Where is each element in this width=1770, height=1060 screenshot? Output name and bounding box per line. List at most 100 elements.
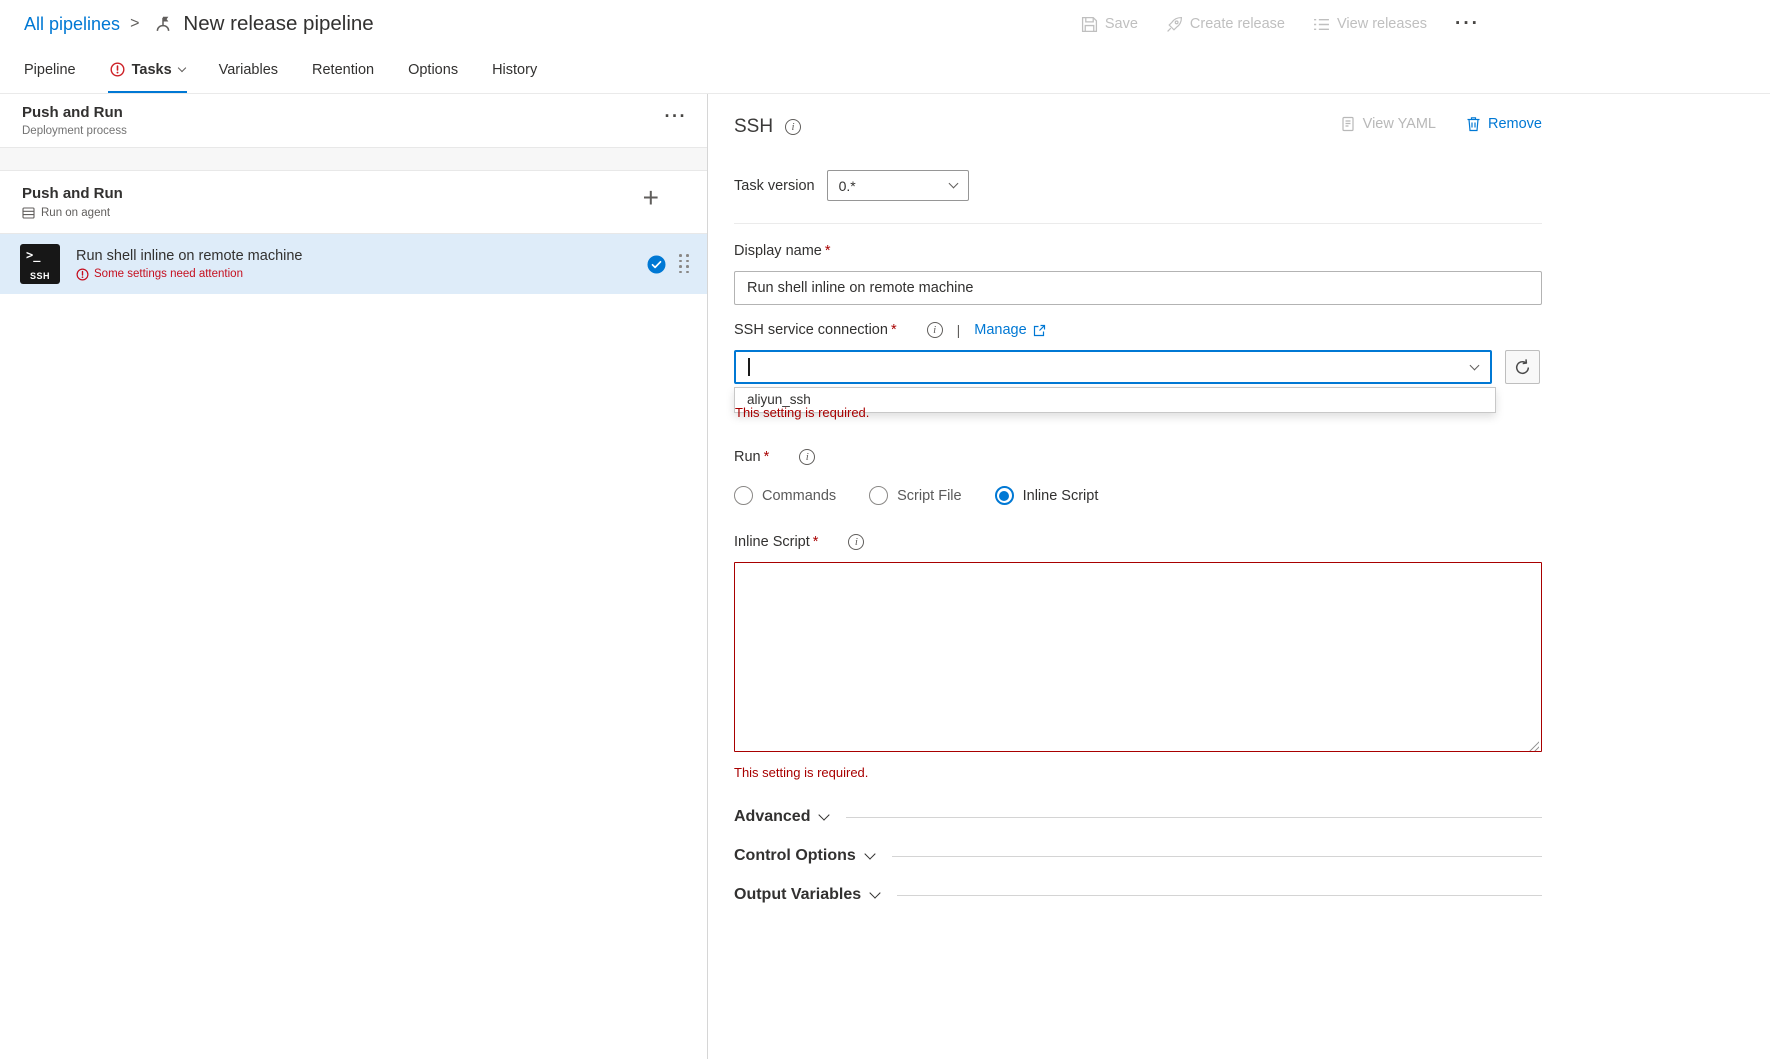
ssh-connection-field: SSH service connection* | Manage	[734, 320, 1542, 384]
display-name-label: Display name	[734, 243, 822, 259]
tab-retention[interactable]: Retention	[310, 48, 376, 93]
process-title: Push and Run	[22, 104, 127, 121]
ssh-connection-label: SSH service connection	[734, 322, 888, 338]
manage-link[interactable]: Manage	[974, 322, 1045, 338]
stage-header[interactable]: Push and Run Run on agent +	[0, 170, 707, 234]
save-button[interactable]: Save	[1081, 16, 1138, 33]
task-detail-panel: SSH View YAML Remove	[708, 94, 1770, 1059]
breadcrumb-separator: >	[130, 15, 139, 33]
chevron-down-icon	[819, 809, 830, 820]
radio-commands-label: Commands	[762, 488, 836, 504]
breadcrumb-all-pipelines-link[interactable]: All pipelines	[24, 14, 120, 35]
text-caret	[748, 358, 750, 376]
trash-icon	[1466, 116, 1481, 132]
radio-inline-script[interactable]: Inline Script	[995, 486, 1099, 505]
tab-tasks[interactable]: Tasks	[108, 48, 187, 93]
task-version-value: 0.*	[839, 178, 856, 194]
yaml-document-icon	[1340, 116, 1356, 132]
main-content: Push and Run Deployment process ··· Push…	[0, 94, 1770, 1059]
process-header: Push and Run Deployment process ···	[0, 94, 707, 148]
add-task-button[interactable]: +	[643, 185, 659, 233]
release-pipeline-icon	[153, 14, 173, 34]
required-asterisk: *	[764, 449, 770, 465]
remove-task-button[interactable]: Remove	[1466, 116, 1542, 132]
stage-title: Push and Run	[22, 185, 123, 202]
info-icon-connection[interactable]	[927, 322, 943, 338]
task-row-ssh[interactable]: >_ SSH Run shell inline on remote machin…	[0, 234, 707, 294]
radio-circle-selected	[995, 486, 1014, 505]
inline-script-error-text: This setting is required.	[734, 765, 1542, 780]
ssh-icon-label: SSH	[20, 271, 60, 281]
task-warning-text: Some settings need attention	[94, 268, 243, 280]
info-icon-run[interactable]	[799, 449, 815, 465]
radio-script-file[interactable]: Script File	[869, 486, 961, 505]
run-field: Run* Commands Script File Inline Script	[734, 447, 1542, 505]
create-release-button[interactable]: Create release	[1166, 16, 1285, 33]
task-enabled-check-icon[interactable]	[647, 255, 666, 274]
tab-history[interactable]: History	[490, 48, 539, 93]
task-version-select[interactable]: 0.*	[827, 170, 969, 201]
task-version-label: Task version	[734, 178, 815, 194]
info-icon-inline-script[interactable]	[848, 534, 864, 550]
chevron-down-icon	[948, 179, 958, 189]
save-icon	[1081, 16, 1098, 33]
drag-handle[interactable]	[679, 254, 689, 274]
divider	[734, 223, 1542, 224]
tab-bar: Pipeline Tasks Variables Retention Optio…	[0, 48, 1770, 94]
ssh-connection-combobox[interactable]	[734, 350, 1492, 384]
required-asterisk: *	[813, 534, 819, 550]
label-divider: |	[957, 322, 961, 338]
view-yaml-button[interactable]: View YAML	[1340, 116, 1436, 132]
inline-script-textarea[interactable]	[734, 562, 1542, 752]
display-name-input[interactable]	[734, 271, 1542, 305]
tab-options[interactable]: Options	[406, 48, 460, 93]
radio-inline-script-label: Inline Script	[1023, 488, 1099, 504]
task-detail-title: SSH	[734, 116, 773, 138]
section-output-variables-label: Output Variables	[734, 886, 861, 904]
tab-variables[interactable]: Variables	[217, 48, 280, 93]
required-asterisk: *	[825, 243, 831, 259]
radio-circle	[734, 486, 753, 505]
chevron-down-icon	[864, 848, 875, 859]
pipeline-tasks-panel: Push and Run Deployment process ··· Push…	[0, 94, 708, 1059]
rocket-icon	[1166, 16, 1183, 33]
section-control-options[interactable]: Control Options	[734, 847, 1542, 865]
stage-subtitle: Run on agent	[41, 207, 110, 219]
section-output-variables[interactable]: Output Variables	[734, 886, 1542, 904]
radio-script-file-label: Script File	[897, 488, 961, 504]
top-header: All pipelines > New release pipeline Sav…	[0, 0, 1770, 48]
section-divider-line	[892, 856, 1542, 857]
section-advanced[interactable]: Advanced	[734, 808, 1542, 826]
section-advanced-label: Advanced	[734, 808, 810, 826]
create-release-label: Create release	[1190, 16, 1285, 32]
breadcrumb: All pipelines > New release pipeline	[24, 12, 374, 36]
run-radio-group: Commands Script File Inline Script	[734, 486, 1542, 505]
process-subtitle: Deployment process	[22, 125, 127, 137]
section-control-options-label: Control Options	[734, 847, 856, 865]
list-icon	[1313, 16, 1330, 33]
radio-circle	[869, 486, 888, 505]
page-title: New release pipeline	[183, 12, 373, 36]
chevron-down-icon	[869, 887, 880, 898]
refresh-button[interactable]	[1505, 350, 1540, 384]
connection-error-text: This setting is required.	[735, 405, 869, 420]
remove-label: Remove	[1488, 116, 1542, 132]
external-link-icon	[1033, 324, 1046, 337]
tab-pipeline[interactable]: Pipeline	[22, 48, 78, 93]
warning-icon	[76, 268, 89, 281]
radio-commands[interactable]: Commands	[734, 486, 836, 505]
inline-script-field: Inline Script* This setting is required.	[734, 532, 1542, 780]
view-releases-label: View releases	[1337, 16, 1427, 32]
info-icon-ssh-title[interactable]	[785, 119, 801, 135]
view-releases-button[interactable]: View releases	[1313, 16, 1427, 33]
terminal-prompt-glyph: >_	[26, 248, 40, 262]
task-version-row: Task version 0.*	[734, 170, 1542, 201]
section-divider-line	[846, 817, 1542, 818]
ssh-terminal-icon: >_ SSH	[20, 244, 60, 284]
task-detail-header: SSH View YAML Remove	[734, 94, 1542, 146]
section-divider-line	[897, 895, 1542, 896]
process-more-button[interactable]: ···	[665, 104, 687, 147]
panel-separator-band	[0, 148, 707, 170]
more-actions-button[interactable]: ···	[1455, 13, 1480, 35]
manage-label: Manage	[974, 322, 1026, 338]
